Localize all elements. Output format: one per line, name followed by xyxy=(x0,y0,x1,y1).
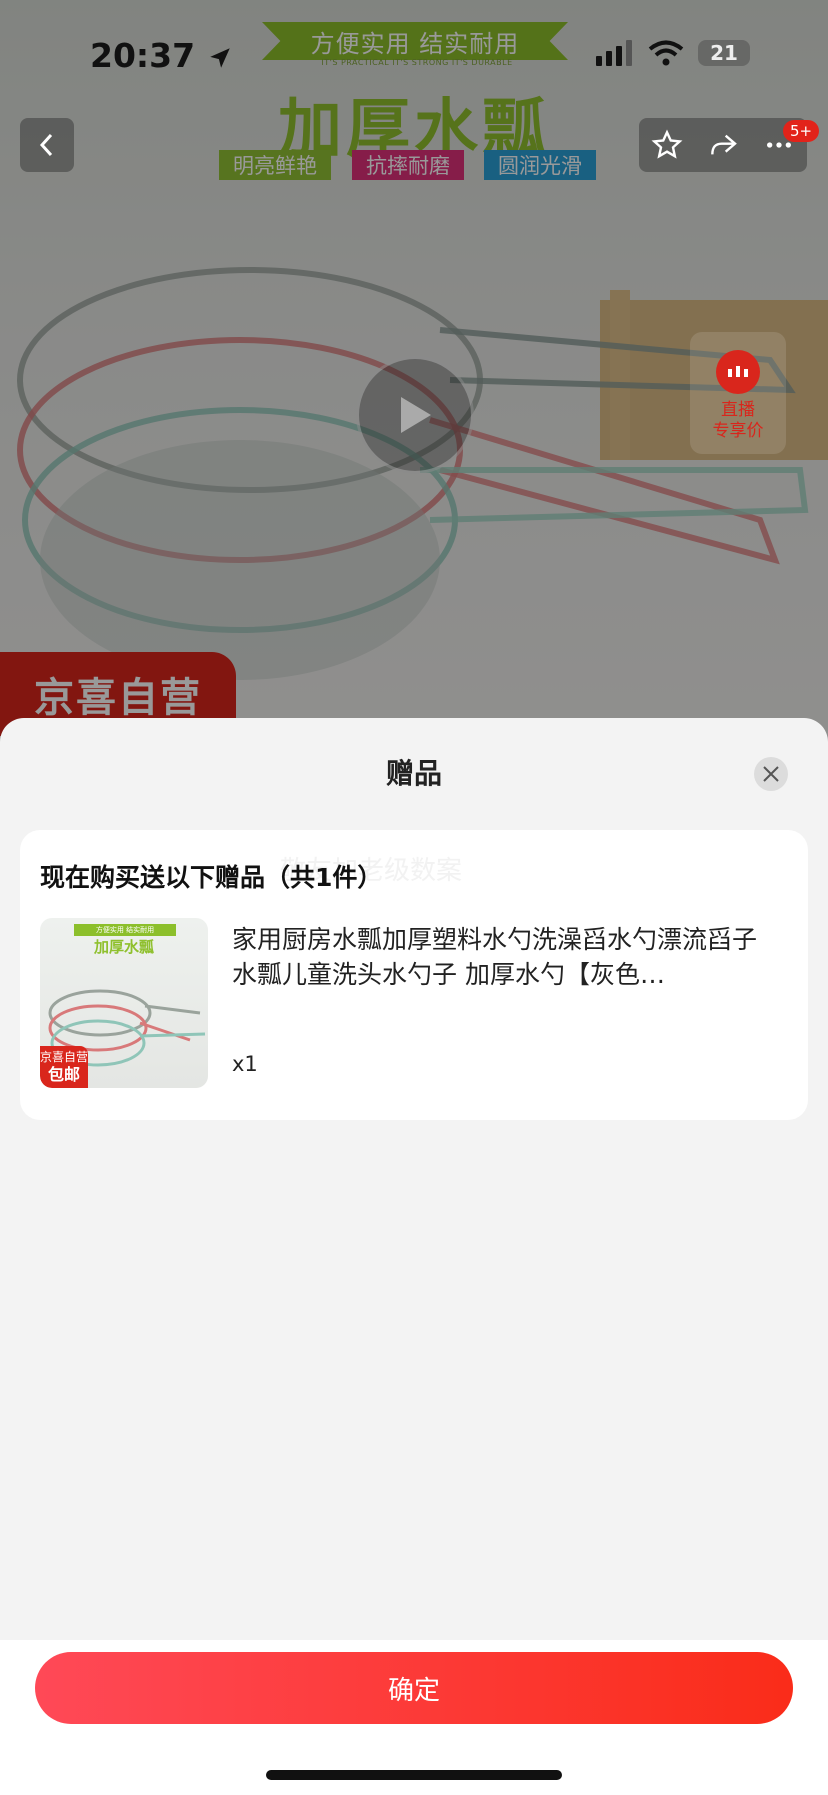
signal-icon xyxy=(596,40,632,66)
location-arrow-icon xyxy=(209,47,230,68)
star-icon[interactable] xyxy=(651,129,683,161)
wifi-icon xyxy=(648,40,684,66)
gift-card-title: 现在购买送以下赠品（共1件） xyxy=(40,863,383,892)
status-indicators: 21 xyxy=(596,40,750,66)
live-label-line2: 专享价 xyxy=(712,421,764,441)
gift-card: 敬友加老级数案 现在购买送以下赠品（共1件） 方便实用 结实耐用 加厚水瓢 京喜… xyxy=(20,830,808,1120)
message-count-badge: 5+ xyxy=(783,120,820,142)
live-label-line1: 直播 xyxy=(721,400,755,420)
close-button[interactable] xyxy=(754,757,788,791)
battery-indicator: 21 xyxy=(698,40,750,66)
live-icon xyxy=(716,350,760,394)
live-price-widget[interactable]: 直播 专享价 xyxy=(690,332,786,454)
nav-actions xyxy=(639,118,807,172)
close-icon xyxy=(763,766,779,782)
gift-sheet: 赠品 敬友加老级数案 现在购买送以下赠品（共1件） 方便实用 结实耐用 加厚水瓢… xyxy=(0,718,828,1795)
gift-name[interactable]: 家用厨房水瓢加厚塑料水勺洗澡舀水勺漂流舀子水瓢儿童洗头水勺子 加厚水勺【灰色… xyxy=(232,922,772,992)
live-price-label: 直播 专享价 xyxy=(713,400,764,442)
status-time: 20:37 xyxy=(90,36,233,75)
thumb-shipping-badge: 京喜自营 包邮 xyxy=(40,1046,88,1088)
home-indicator[interactable] xyxy=(266,1770,562,1780)
back-button[interactable] xyxy=(20,118,74,172)
gift-quantity: x1 xyxy=(232,1052,258,1076)
thumb-badge-bottom: 包邮 xyxy=(47,1065,80,1084)
play-video-button[interactable] xyxy=(356,356,474,474)
sheet-footer: 确定 xyxy=(0,1640,828,1795)
confirm-button[interactable]: 确定 xyxy=(35,1652,793,1724)
back-icon xyxy=(39,133,53,157)
thumb-badge-top: 京喜自营 xyxy=(40,1050,89,1064)
sheet-title: 赠品 xyxy=(385,757,442,790)
share-icon[interactable] xyxy=(707,129,739,161)
play-icon xyxy=(401,397,431,433)
gift-thumbnail[interactable]: 方便实用 结实耐用 加厚水瓢 京喜自营 包邮 xyxy=(40,918,208,1088)
